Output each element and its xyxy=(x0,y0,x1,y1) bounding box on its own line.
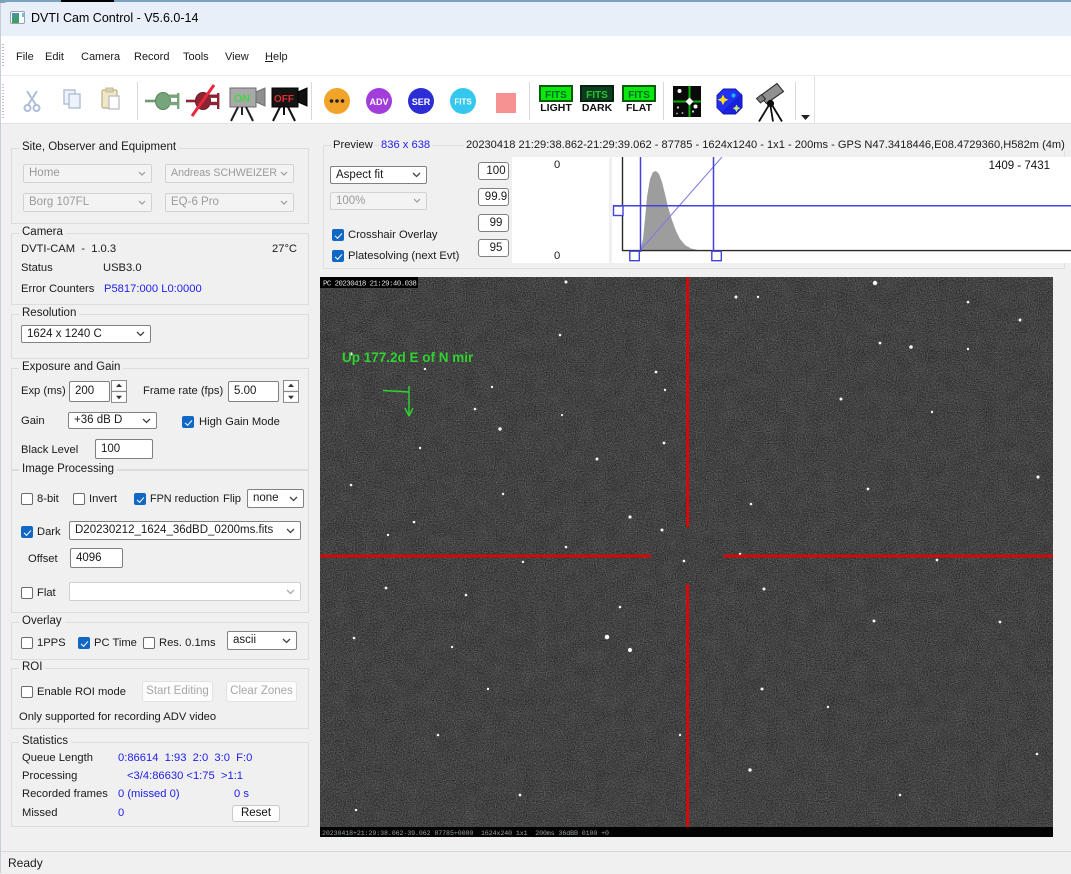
svg-text:Up 177.2d E of N mir: Up 177.2d E of N mir xyxy=(342,350,474,365)
svg-text:FITS: FITS xyxy=(454,98,472,107)
svg-text:ADV: ADV xyxy=(369,97,388,107)
svg-text:FITS: FITS xyxy=(586,90,608,101)
svg-text:OFF: OFF xyxy=(274,94,294,105)
svg-text:20230418+21:29:38.062-39.062 8: 20230418+21:29:38.062-39.062 87785+0000 … xyxy=(322,830,609,837)
svg-text:FITS: FITS xyxy=(628,90,650,101)
svg-text:LIGHT: LIGHT xyxy=(540,102,572,114)
svg-text:PC 20230418 21:29:40.038: PC 20230418 21:29:40.038 xyxy=(323,280,416,288)
svg-text:FLAT: FLAT xyxy=(626,102,653,114)
svg-text:SER: SER xyxy=(412,97,431,107)
svg-text:DARK: DARK xyxy=(582,102,613,114)
svg-text:1409 - 7431: 1409 - 7431 xyxy=(989,160,1050,172)
svg-text:FITS: FITS xyxy=(545,90,567,101)
svg-text:ON: ON xyxy=(234,93,251,105)
